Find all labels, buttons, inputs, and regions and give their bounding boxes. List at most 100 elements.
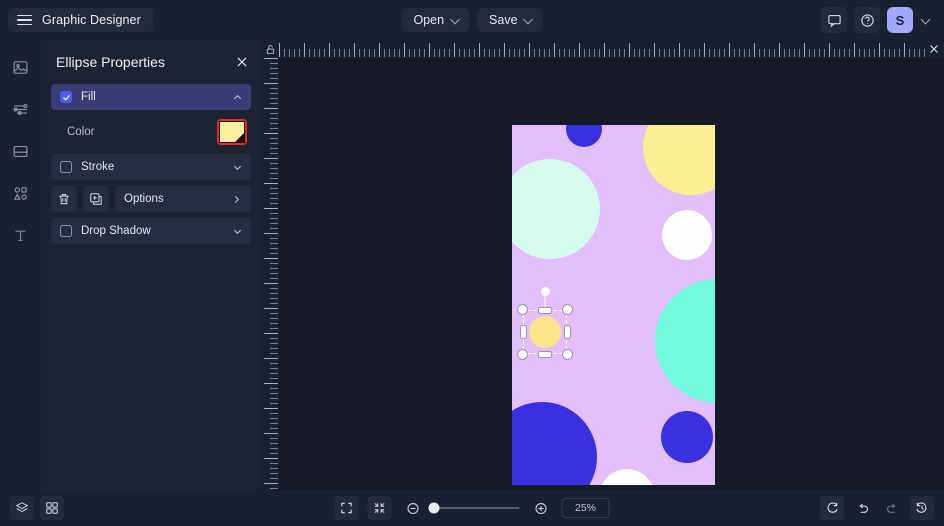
bottom-left-tools — [10, 496, 64, 520]
layers-icon — [15, 502, 29, 513]
fill-label: Fill — [81, 91, 96, 103]
stroke-expand-button[interactable] — [232, 162, 243, 173]
chevron-down-icon — [525, 15, 534, 24]
zoom-slider-knob[interactable] — [428, 502, 440, 514]
circle-yellow-top-right[interactable] — [643, 125, 715, 195]
handle-right[interactable] — [564, 326, 570, 338]
drop-shadow-row[interactable]: Drop Shadow — [51, 218, 251, 244]
handle-left[interactable] — [520, 326, 526, 338]
help-button[interactable] — [854, 7, 880, 33]
canvas-stage[interactable] — [279, 58, 944, 490]
handle-bottom-right[interactable] — [563, 350, 572, 359]
options-button[interactable]: Options — [115, 186, 251, 212]
check-icon — [62, 94, 70, 101]
fit-to-screen-button[interactable] — [334, 496, 359, 520]
close-icon — [237, 57, 247, 67]
fill-row[interactable]: Fill — [51, 84, 251, 110]
selected-ellipse[interactable] — [529, 316, 561, 348]
circle-blue-bottom-right[interactable] — [661, 411, 713, 463]
expand-icon — [341, 502, 352, 514]
zoom-slider[interactable] — [428, 502, 520, 514]
handle-top-left[interactable] — [518, 305, 527, 314]
save-menu-button[interactable]: Save — [477, 8, 543, 32]
drop-shadow-expand-button[interactable] — [232, 226, 243, 237]
app-menu-button[interactable]: Graphic Designer — [8, 8, 153, 32]
zoom-controls: 25% — [334, 496, 610, 520]
ruler-lock-button[interactable] — [261, 40, 279, 58]
circle-blue-bottom-left[interactable] — [512, 402, 597, 485]
tool-image[interactable] — [8, 54, 34, 80]
zoom-value-input[interactable]: 25% — [561, 498, 610, 518]
zoom-value-text: 25% — [574, 502, 596, 514]
tool-layout[interactable] — [8, 138, 34, 164]
selection-frame[interactable] — [518, 287, 572, 359]
chevron-down-icon — [922, 15, 931, 24]
ruler-v-ticks — [264, 58, 278, 489]
chevron-up-icon — [233, 94, 242, 99]
handle-bottom[interactable] — [539, 351, 551, 357]
tool-shapes[interactable] — [8, 180, 34, 206]
circle-white-bottom[interactable] — [599, 469, 655, 485]
tool-text[interactable] — [8, 222, 34, 248]
panel-title: Ellipse Properties — [56, 54, 165, 70]
grid-button[interactable] — [40, 496, 64, 520]
circle-aqua-right[interactable] — [655, 279, 715, 403]
color-swatch-button[interactable] — [217, 119, 247, 145]
tool-adjustments[interactable] — [8, 96, 34, 122]
undo-button[interactable] — [850, 496, 874, 520]
save-menu-label: Save — [489, 13, 518, 27]
zoom-in-button[interactable] — [529, 496, 553, 520]
chevron-down-icon — [233, 229, 242, 234]
artboard[interactable] — [512, 125, 715, 485]
drop-shadow-checkbox[interactable] — [60, 225, 72, 237]
ruler-h-ticks — [279, 43, 940, 57]
app-title: Graphic Designer — [42, 13, 141, 27]
account-menu-button[interactable] — [920, 16, 932, 25]
zoom-out-button[interactable] — [401, 496, 425, 520]
panel-close-button[interactable] — [235, 55, 249, 69]
fill-checkbox[interactable] — [60, 91, 72, 103]
sliders-icon — [13, 103, 28, 115]
reset-button[interactable] — [820, 496, 844, 520]
comment-button[interactable] — [821, 7, 847, 33]
bottom-toolbar: 25% — [0, 490, 944, 526]
layers-button[interactable] — [10, 496, 34, 520]
history-button[interactable] — [910, 496, 934, 520]
color-row: Color — [51, 116, 251, 148]
options-chevron — [231, 194, 242, 205]
circle-mint-left[interactable] — [512, 159, 600, 259]
handle-top-right[interactable] — [563, 305, 572, 314]
stroke-label: Stroke — [81, 161, 115, 173]
redo-button[interactable] — [880, 496, 904, 520]
avatar[interactable]: S — [887, 7, 913, 33]
header-right-actions: S — [821, 7, 936, 33]
circle-blue-top[interactable] — [566, 125, 602, 147]
fill-collapse-button[interactable] — [232, 92, 243, 103]
delete-button[interactable] — [51, 186, 77, 212]
app-body: Ellipse Properties Fill Color Stroke Opt… — [0, 40, 944, 490]
shapes-icon — [13, 186, 27, 200]
comment-icon — [827, 14, 841, 28]
grid-icon — [46, 502, 58, 514]
zoom-slider-track[interactable] — [428, 502, 520, 514]
rotate-handle[interactable] — [540, 287, 550, 296]
duplicate-button[interactable] — [83, 186, 109, 212]
handle-top[interactable] — [539, 307, 551, 313]
hamburger-icon — [17, 14, 32, 26]
lock-icon — [266, 44, 274, 54]
history-icon — [916, 502, 927, 513]
collapse-view-button[interactable] — [367, 496, 392, 520]
close-icon — [930, 45, 938, 53]
stroke-row[interactable]: Stroke — [51, 154, 251, 180]
handle-bottom-left[interactable] — [518, 350, 527, 359]
horizontal-ruler[interactable] — [279, 40, 944, 58]
circle-white-right[interactable] — [662, 210, 712, 260]
zoom-out-icon — [406, 502, 419, 514]
open-menu-button[interactable]: Open — [401, 8, 470, 32]
stroke-checkbox[interactable] — [60, 161, 72, 173]
color-label: Color — [67, 126, 95, 138]
color-swatch — [219, 121, 245, 143]
vertical-ruler[interactable] — [261, 58, 279, 490]
ruler-close-button[interactable] — [926, 41, 942, 57]
canvas-area — [261, 40, 944, 490]
